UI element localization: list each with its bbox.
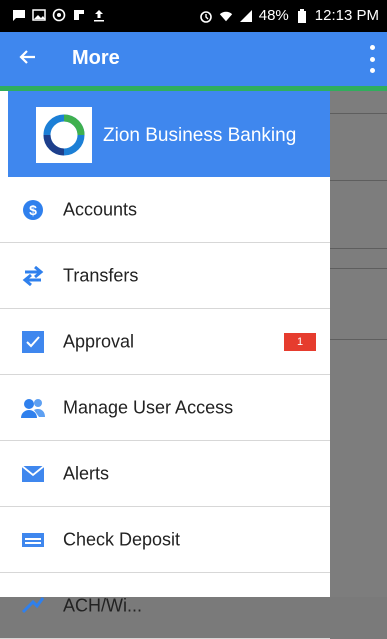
status-bar: 48% 12:13 PM	[0, 0, 387, 32]
menu-item-label: Check Deposit	[63, 529, 181, 549]
drawer-header: Zion Business Banking	[8, 91, 330, 177]
background-divider	[330, 180, 387, 181]
navigation-drawer: Zion Business Banking $ Accounts Transfe…	[0, 91, 330, 639]
menu-item-label: Transfers	[63, 265, 139, 285]
checkbox-icon	[20, 329, 46, 355]
menu-item-label: Manage User Access	[63, 397, 234, 417]
menu-item-ach-wire[interactable]: ACH/Wi...	[0, 573, 330, 639]
svg-text:$: $	[29, 202, 37, 218]
brand-name: Zion Business Banking	[103, 125, 297, 146]
status-time: 12:13 PM	[314, 7, 379, 24]
menu-item-label: Alerts	[63, 463, 110, 483]
card-icon	[20, 527, 46, 553]
app-bar: More	[0, 32, 387, 86]
image-icon	[32, 8, 46, 22]
menu-item-label: Accounts	[63, 199, 138, 219]
overflow-menu-button[interactable]	[367, 45, 377, 73]
menu-item-accounts[interactable]: $ Accounts	[0, 177, 330, 243]
signal-icon	[239, 9, 253, 23]
upload-icon	[92, 8, 106, 22]
approval-count-badge: 1	[284, 332, 316, 351]
background-divider	[330, 113, 387, 114]
background-divider	[330, 248, 387, 249]
drawer-menu: $ Accounts Transfers Approval 1 Manage U…	[0, 177, 330, 639]
flipboard-icon	[72, 8, 86, 22]
users-icon	[20, 395, 46, 421]
more-vert-icon	[369, 45, 375, 50]
menu-item-label: ACH/Wi...	[63, 595, 142, 615]
envelope-icon	[20, 461, 46, 487]
background-divider	[330, 339, 387, 340]
menu-item-approval[interactable]: Approval 1	[0, 309, 330, 375]
status-left-icons	[12, 8, 106, 22]
arrow-left-icon	[17, 47, 37, 72]
menu-item-label: Approval	[63, 331, 135, 351]
alarm-icon	[199, 9, 213, 23]
back-button[interactable]	[12, 44, 42, 74]
menu-item-transfers[interactable]: Transfers	[0, 243, 330, 309]
background-scrim[interactable]	[330, 91, 387, 597]
ach-icon	[20, 593, 46, 619]
menu-item-alerts[interactable]: Alerts	[0, 441, 330, 507]
battery-icon	[295, 8, 309, 23]
brand-logo	[36, 107, 92, 163]
battery-percent: 48%	[258, 7, 289, 24]
wifi-icon	[219, 9, 233, 23]
status-right: 48% 12:13 PM	[199, 7, 379, 24]
menu-item-manage-user-access[interactable]: Manage User Access	[0, 375, 330, 441]
menu-item-check-deposit[interactable]: Check Deposit	[0, 507, 330, 573]
circle-icon	[52, 8, 66, 22]
chat-icon	[12, 8, 26, 22]
background-divider	[330, 268, 387, 269]
swap-arrows-icon	[20, 263, 46, 289]
dollar-circle-icon: $	[20, 197, 46, 223]
page-title: More	[72, 47, 120, 69]
